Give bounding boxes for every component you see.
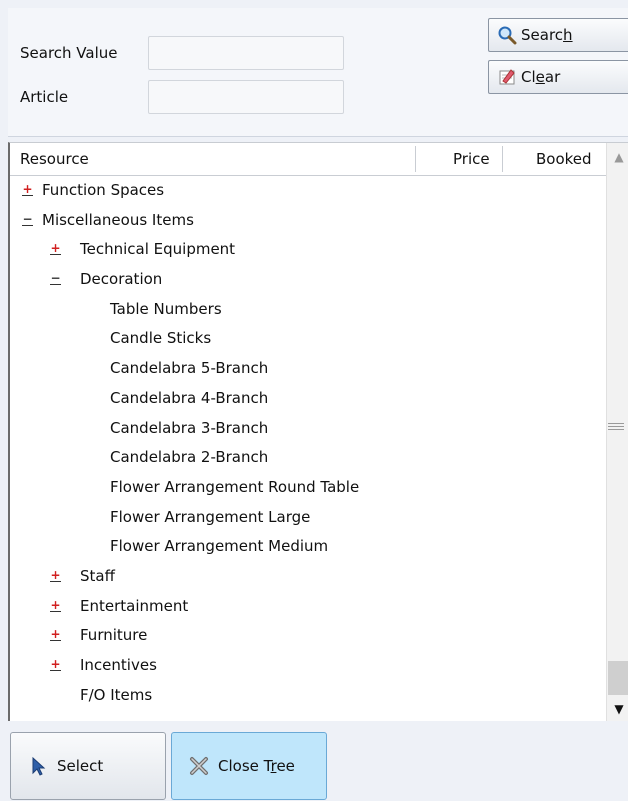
tree-row-label: Candelabra 3-Branch	[110, 418, 269, 437]
tree-row-label: Candelabra 5-Branch	[110, 359, 269, 378]
clear-button[interactable]: Clear	[488, 60, 628, 94]
tree-row-label: Candelabra 4-Branch	[110, 388, 269, 407]
tree-rows: + Function Spaces − Miscellaneous Items + Tec…	[10, 176, 606, 710]
scroll-up-icon[interactable]: ▲	[607, 145, 628, 169]
tree-row[interactable]: Candelabra 3-Branch	[10, 414, 606, 444]
tree-row[interactable]: + Staff	[10, 562, 606, 592]
tree-row-label: Decoration	[80, 270, 163, 289]
search-panel: Search Value Article Search Clear	[8, 8, 628, 137]
resource-tree-grid[interactable]: Resource Price Booked + Function Spaces − M…	[8, 142, 628, 721]
tree-row[interactable]: Candelabra 5-Branch	[10, 354, 606, 384]
expand-icon[interactable]: +	[50, 599, 61, 612]
tree-row-label: Candle Sticks	[110, 329, 212, 348]
search-button[interactable]: Search	[488, 18, 628, 52]
cursor-arrow-icon	[27, 755, 49, 777]
tree-row[interactable]: F/O Items	[10, 681, 606, 711]
tree-row[interactable]: + Function Spaces	[10, 176, 606, 206]
column-header-booked[interactable]: Booked	[536, 143, 592, 175]
select-button[interactable]: Select	[10, 732, 166, 800]
tree-row[interactable]: Flower Arrangement Medium	[10, 532, 606, 562]
tree-row[interactable]: + Furniture	[10, 621, 606, 651]
search-value-label: Search Value	[20, 44, 118, 62]
article-input[interactable]	[148, 80, 344, 114]
grid-header: Resource Price Booked	[10, 143, 606, 176]
tree-row[interactable]: + Incentives	[10, 651, 606, 681]
search-value-input[interactable]	[148, 36, 344, 70]
column-header-price[interactable]: Price	[453, 143, 490, 175]
close-tree-button-label: Close Tree	[218, 757, 295, 775]
magnifier-icon	[497, 25, 517, 45]
tree-row-label: Function Spaces	[42, 181, 165, 199]
scroll-down-icon[interactable]: ▼	[607, 697, 628, 721]
article-label: Article	[20, 88, 69, 106]
close-tree-button[interactable]: Close Tree	[171, 732, 327, 800]
eraser-icon	[497, 67, 517, 87]
tree-row[interactable]: Flower Arrangement Round Table	[10, 473, 606, 503]
tree-row[interactable]: Candelabra 4-Branch	[10, 384, 606, 414]
scrollbar-grip-icon[interactable]	[608, 421, 624, 431]
search-button-label: Search	[521, 26, 573, 44]
tree-row-label: Table Numbers	[110, 299, 222, 318]
tree-row-label: Candelabra 2-Branch	[110, 448, 269, 467]
vertical-scrollbar[interactable]: ▲ ▼	[606, 143, 628, 721]
collapse-icon[interactable]: −	[22, 213, 33, 226]
expand-icon[interactable]: +	[50, 569, 61, 582]
expand-icon[interactable]: +	[50, 658, 61, 671]
tree-row[interactable]: Table Numbers	[10, 295, 606, 325]
tree-row-label: Flower Arrangement Large	[110, 507, 311, 526]
tree-row-label: F/O Items	[80, 685, 153, 704]
tree-row[interactable]: + Entertainment	[10, 592, 606, 622]
clear-button-label: Clear	[521, 68, 561, 86]
tree-row[interactable]: − Decoration	[10, 265, 606, 295]
tree-row-label: Staff	[80, 566, 115, 585]
collapse-icon[interactable]: −	[50, 272, 61, 286]
expand-icon[interactable]: +	[50, 628, 61, 642]
select-button-label: Select	[57, 757, 104, 775]
column-header-resource[interactable]: Resource	[20, 143, 89, 175]
tree-row[interactable]: Candle Sticks	[10, 324, 606, 354]
expand-icon[interactable]: +	[22, 183, 33, 196]
tree-row-label: Flower Arrangement Round Table	[110, 477, 360, 496]
tree-row-label: Miscellaneous Items	[42, 210, 194, 229]
expand-icon[interactable]: +	[50, 242, 61, 256]
tree-row-label: Entertainment	[80, 596, 189, 615]
tree-row[interactable]: + Technical Equipment	[10, 235, 606, 265]
collapse-x-icon	[188, 755, 210, 777]
tree-row-label: Incentives	[80, 656, 157, 674]
tree-row[interactable]: Candelabra 2-Branch	[10, 443, 606, 473]
tree-row[interactable]: Flower Arrangement Large	[10, 503, 606, 533]
tree-row-label: Flower Arrangement Medium	[110, 537, 329, 556]
tree-row-label: Furniture	[80, 626, 148, 645]
tree-row-label: Technical Equipment	[80, 240, 236, 259]
scrollbar-track[interactable]	[608, 661, 628, 695]
tree-row[interactable]: − Miscellaneous Items	[10, 206, 606, 236]
